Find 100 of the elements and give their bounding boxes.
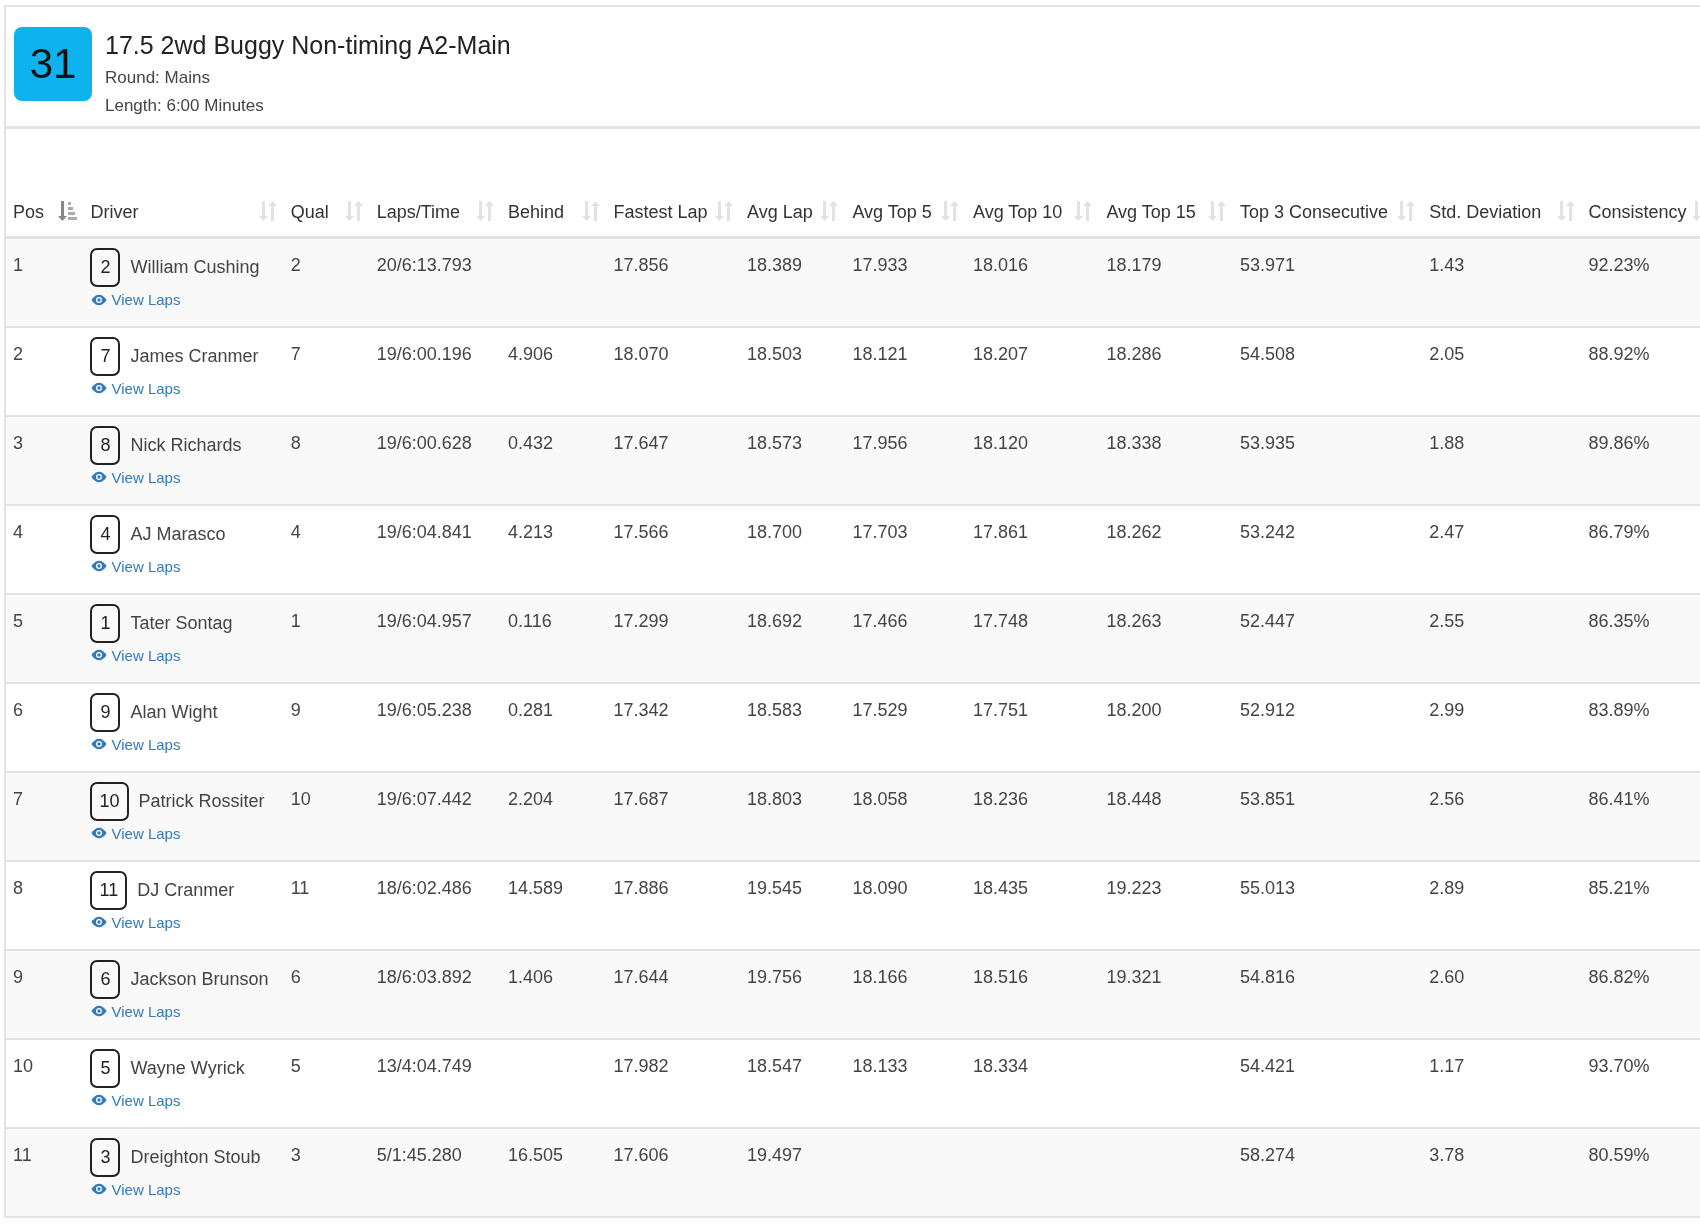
table-cell: 9: [13, 966, 23, 988]
sort-icon[interactable]: [475, 200, 496, 222]
table-cell: 2.55: [1429, 610, 1465, 632]
table-cell: 1: [290, 610, 301, 632]
sort-icon[interactable]: [343, 200, 364, 222]
table-cell: 18.166: [852, 966, 908, 988]
table-cell: 2.60: [1429, 966, 1465, 988]
sort-icon[interactable]: [1206, 200, 1227, 222]
column-header: Behind: [508, 200, 565, 224]
table-cell: 17.606: [613, 1144, 669, 1166]
view-laps-link[interactable]: View Laps: [90, 1091, 181, 1109]
sort-icon[interactable]: [1555, 200, 1576, 222]
view-laps-link[interactable]: View Laps: [90, 291, 181, 308]
table-cell: 19.497: [746, 1144, 803, 1166]
table-cell: 92.23%: [1588, 255, 1650, 276]
table-cell: 52.912: [1239, 699, 1295, 721]
driver-name: William Cushing: [130, 257, 260, 278]
table-cell: 17.466: [852, 610, 908, 632]
table-cell: 18.700: [746, 521, 803, 543]
table-cell: 19/6:07.442: [376, 788, 472, 810]
table-cell: 19.545: [746, 877, 803, 899]
table-cell: 1.17: [1429, 1055, 1465, 1077]
table-cell: 17.748: [972, 610, 1029, 632]
sort-icon[interactable]: [1396, 200, 1417, 222]
table-cell: 1.406: [508, 966, 554, 988]
table-cell: 17.982: [613, 1055, 669, 1077]
view-laps-link[interactable]: View Laps: [90, 646, 181, 664]
view-laps-link[interactable]: View Laps: [90, 735, 181, 753]
eye-icon: [90, 738, 109, 750]
table-cell: 1.88: [1429, 432, 1465, 454]
table-cell: 17.644: [613, 966, 669, 988]
table-cell: 17.861: [972, 521, 1029, 543]
table-cell: 18.334: [972, 1055, 1029, 1077]
table-cell: 10: [13, 1055, 34, 1077]
table-cell: 17.856: [613, 255, 669, 276]
column-header: Avg Top 15: [1106, 200, 1196, 224]
table-cell: 19/6:04.841: [376, 521, 472, 543]
view-laps-link[interactable]: View Laps: [90, 1180, 181, 1198]
table-cell: 17.751: [972, 699, 1029, 721]
table-cell: 18.435: [972, 877, 1029, 899]
table-cell: 93.70%: [1588, 1055, 1650, 1077]
view-laps-link[interactable]: View Laps: [90, 379, 181, 397]
column-header: Avg Top 5: [852, 200, 932, 224]
column-header: Avg Lap: [746, 200, 813, 224]
table-cell: 6: [290, 966, 301, 988]
table-cell: 58.274: [1239, 1144, 1295, 1166]
table-cell: 18.803: [746, 788, 803, 810]
table-cell: 17.529: [852, 699, 908, 721]
eye-icon: [90, 471, 109, 483]
sort-icon[interactable]: [819, 200, 840, 222]
table-cell: 3: [13, 432, 23, 454]
table-cell: 5: [290, 1055, 301, 1077]
table-cell: 2.56: [1429, 788, 1465, 810]
table-cell: 3: [290, 1144, 301, 1166]
table-cell: 4.906: [508, 343, 554, 365]
table-cell: 18.200: [1106, 699, 1162, 721]
table-cell: 20/6:13.793: [376, 255, 472, 276]
table-cell: 17.342: [613, 699, 669, 721]
table-cell: 53.851: [1239, 788, 1295, 810]
table-cell: 4: [290, 521, 301, 543]
column-header: Pos: [13, 200, 45, 224]
table-cell: 86.79%: [1588, 521, 1650, 543]
driver-name: Tater Sontag: [130, 612, 233, 634]
table-cell: 7: [13, 788, 23, 810]
view-laps-link[interactable]: View Laps: [90, 1002, 181, 1020]
table-cell: 19/6:00.196: [376, 343, 472, 365]
view-laps-link[interactable]: View Laps: [90, 468, 181, 486]
table-cell: 17.886: [613, 877, 669, 899]
sort-icon[interactable]: [939, 200, 960, 222]
table-cell: 18.179: [1106, 255, 1162, 276]
table-cell: 55.013: [1239, 877, 1295, 899]
table-cell: 4.213: [508, 521, 554, 543]
sort-icon[interactable]: [713, 200, 734, 222]
sort-icon[interactable]: [580, 200, 601, 222]
table-cell: 13/4:04.749: [376, 1055, 472, 1077]
table-cell: 89.86%: [1588, 432, 1650, 454]
race-number-badge: 31: [14, 27, 92, 101]
view-laps-link[interactable]: View Laps: [90, 557, 181, 575]
table-cell: 11: [13, 1144, 32, 1166]
table-cell: 18.207: [972, 343, 1029, 365]
car-number-badge: 3: [90, 1137, 121, 1177]
car-number-badge: 9: [90, 692, 121, 732]
view-laps-link[interactable]: View Laps: [90, 824, 181, 842]
sort-icon[interactable]: [257, 200, 278, 222]
car-number-badge: 2: [90, 248, 121, 287]
car-number-badge: 11: [90, 870, 128, 910]
column-header: Top 3 Consecutive: [1239, 200, 1388, 224]
table-cell: 18.338: [1106, 432, 1162, 454]
view-laps-link[interactable]: View Laps: [90, 913, 181, 931]
length-label: Length: 6:00 Minutes: [105, 96, 265, 116]
table-cell: 19.223: [1106, 877, 1162, 899]
car-number-badge: 7: [90, 336, 121, 376]
sorted-descending-icon[interactable]: [57, 200, 78, 222]
round-label: Round: Mains: [105, 68, 211, 88]
table-cell: 52.447: [1239, 610, 1295, 632]
table-cell: 19/6:05.238: [376, 699, 472, 721]
table-cell: 9: [290, 699, 301, 721]
sort-icon[interactable]: [1073, 200, 1094, 222]
table-cell: 17.566: [613, 521, 669, 543]
table-cell: 5/1:45.280: [376, 1144, 462, 1166]
